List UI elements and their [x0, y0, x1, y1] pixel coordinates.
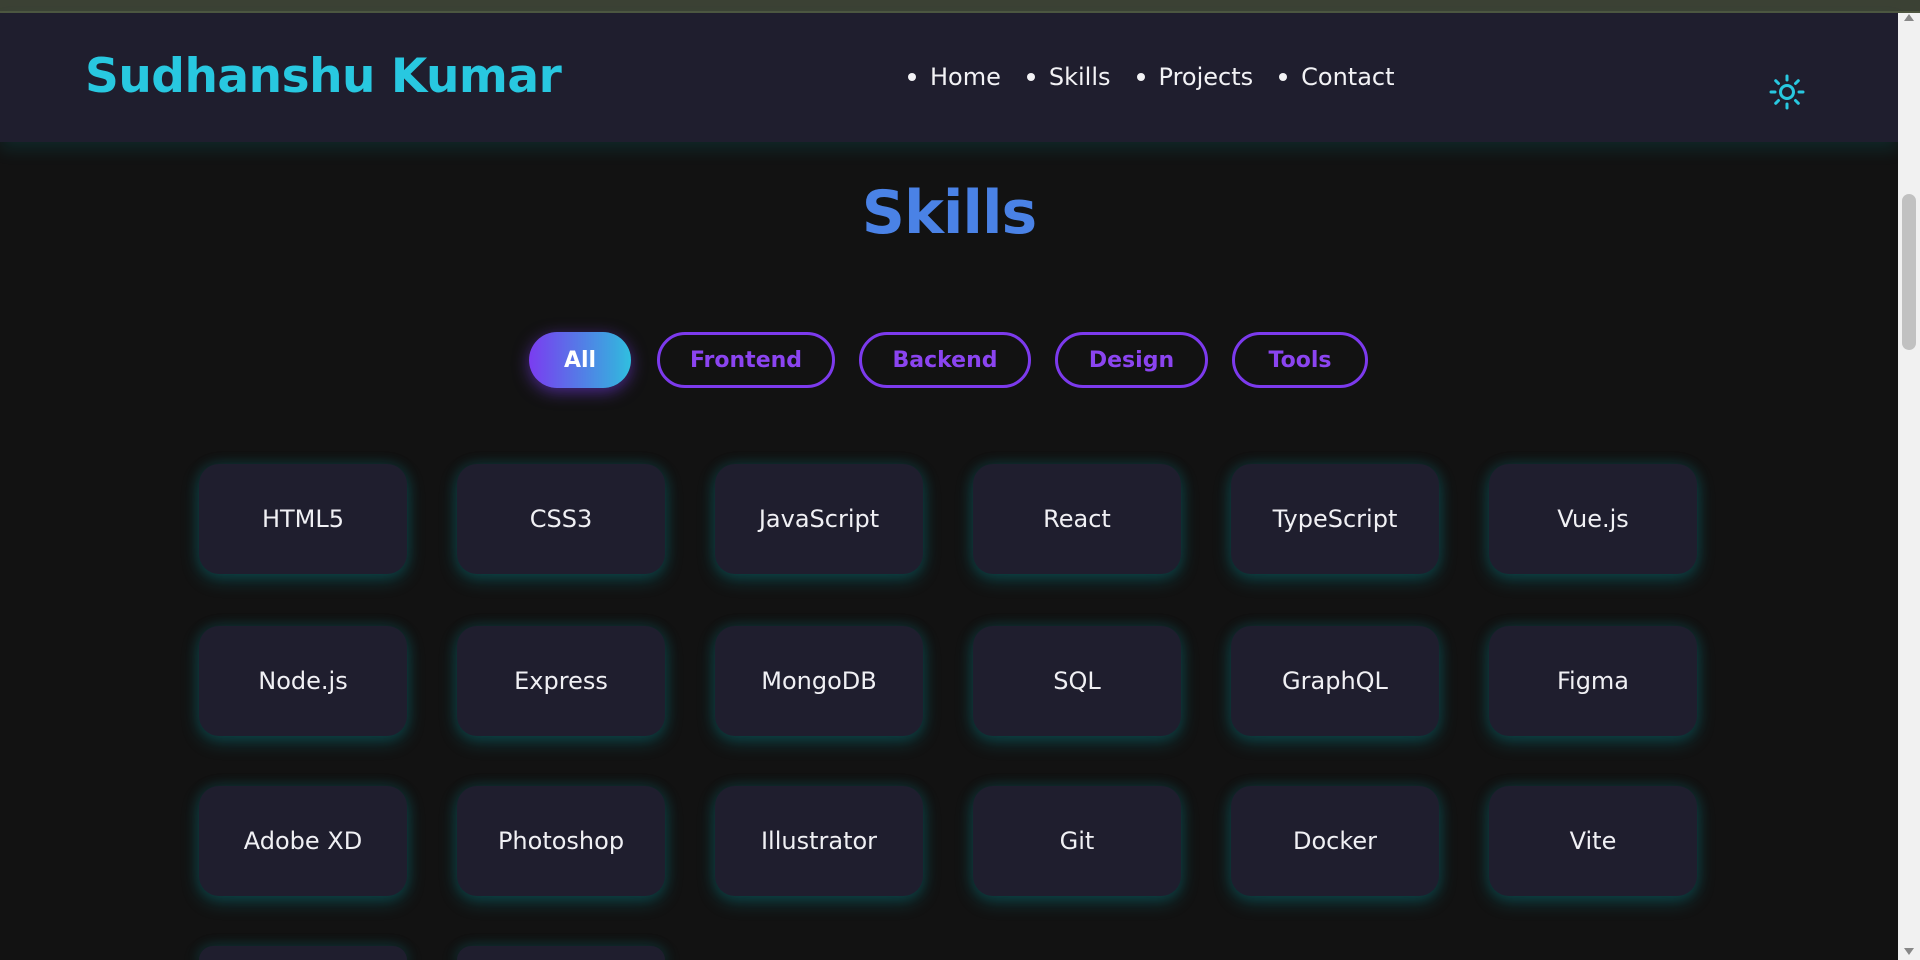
skill-card[interactable]: SQL [973, 626, 1181, 736]
skill-card[interactable]: Figma [1489, 626, 1697, 736]
nav-item-label: Contact [1301, 63, 1395, 91]
filter-backend-button[interactable]: Backend [859, 332, 1031, 388]
bullet-icon [1026, 73, 1035, 81]
skill-card[interactable]: JavaScript [715, 464, 923, 574]
skill-card[interactable]: MongoDB [715, 626, 923, 736]
scroll-down-arrow-icon[interactable] [1904, 948, 1914, 955]
skill-card[interactable]: Git [973, 786, 1181, 896]
window-top-strip [0, 0, 1920, 13]
skill-card[interactable]: CSS3 [457, 464, 665, 574]
nav-item-home[interactable]: Home [908, 63, 1001, 91]
skill-card[interactable]: Adobe XD [199, 786, 407, 896]
bullet-icon [908, 73, 916, 81]
skill-card[interactable]: Express [457, 626, 665, 736]
bullet-icon [1279, 73, 1288, 81]
skill-card[interactable]: React [973, 464, 1181, 574]
skill-card[interactable]: Photoshop [457, 786, 665, 896]
skill-card[interactable]: Vue.js [1489, 464, 1697, 574]
bullet-icon [1136, 73, 1145, 81]
nav-item-skills[interactable]: Skills [1026, 63, 1111, 91]
filter-all-button[interactable]: All [529, 332, 631, 388]
filter-design-button[interactable]: Design [1055, 332, 1208, 388]
skill-filter-bar: All Frontend Backend Design Tools [0, 332, 1898, 392]
scroll-up-arrow-icon[interactable] [1904, 14, 1914, 21]
skill-card[interactable]: Vite [1489, 786, 1697, 896]
nav-item-label: Home [930, 63, 1001, 91]
section-title: Skills [861, 178, 1038, 248]
skill-card[interactable]: Node.js [199, 626, 407, 736]
nav-item-contact[interactable]: Contact [1279, 63, 1395, 91]
nav-item-projects[interactable]: Projects [1136, 63, 1254, 91]
navbar: Sudhanshu Kumar Home Skills Projects Con… [0, 13, 1898, 142]
skill-card[interactable]: Illustrator [715, 786, 923, 896]
filter-tools-button[interactable]: Tools [1232, 332, 1368, 388]
skill-card[interactable]: GraphQL [1231, 626, 1439, 736]
nav-item-label: Skills [1048, 63, 1111, 91]
nav-links: Home Skills Projects Contact [908, 63, 1421, 91]
nav-item-label: Projects [1158, 63, 1254, 91]
skill-card-partial[interactable] [199, 946, 407, 960]
theme-toggle-button[interactable] [1768, 73, 1806, 111]
scrollbar-thumb[interactable] [1902, 194, 1916, 350]
filter-frontend-button[interactable]: Frontend [657, 332, 835, 388]
scrollbar[interactable] [1898, 13, 1920, 960]
skill-card[interactable]: HTML5 [199, 464, 407, 574]
brand-logo[interactable]: Sudhanshu Kumar [85, 49, 562, 104]
skill-card-partial[interactable] [457, 946, 665, 960]
skill-card[interactable]: TypeScript [1231, 464, 1439, 574]
skill-card[interactable]: Docker [1231, 786, 1439, 896]
sun-icon [1769, 74, 1805, 110]
